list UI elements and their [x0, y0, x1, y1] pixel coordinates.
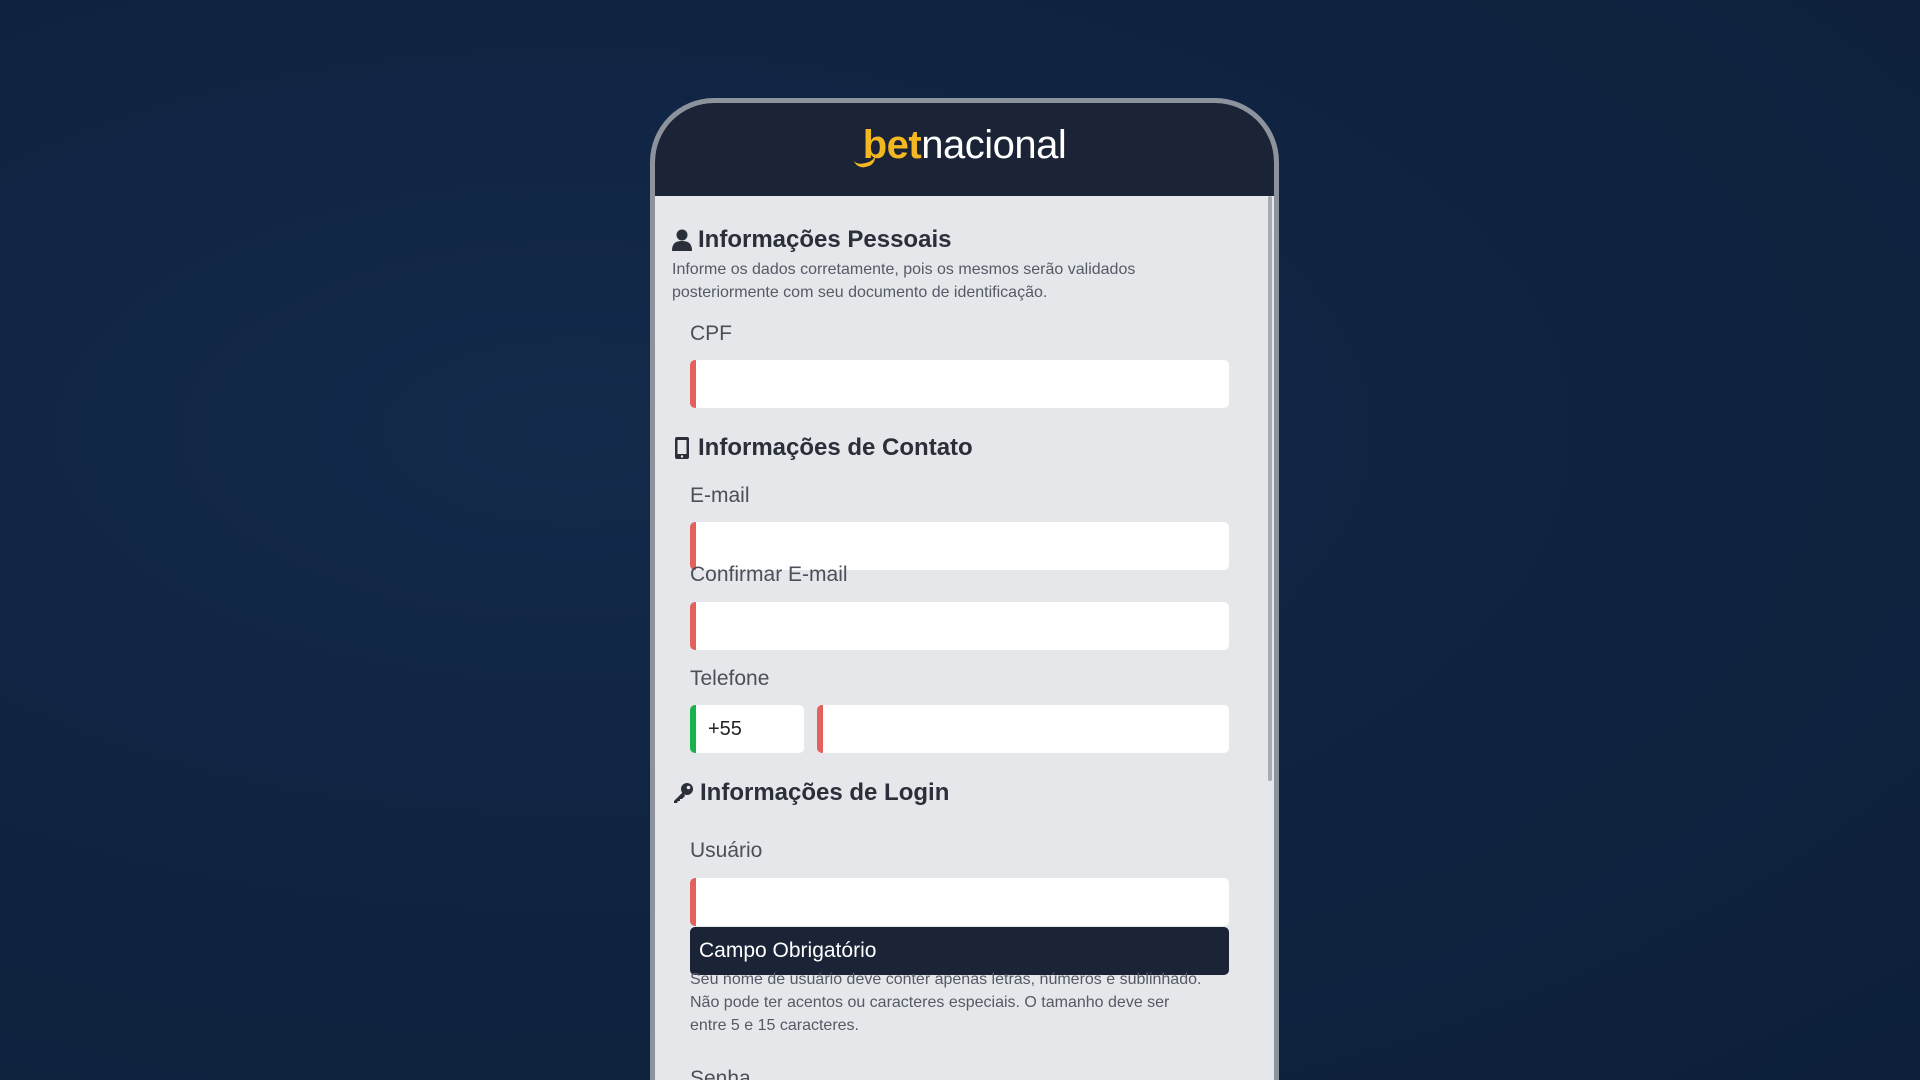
country-code-input[interactable]: +55 [690, 705, 804, 753]
key-icon [674, 783, 693, 803]
username-hint: Seu nome de usuário deve conter apenas l… [690, 971, 1202, 1034]
mobile-phone-icon [675, 437, 689, 459]
phone-label: Telefone [690, 667, 770, 690]
registration-form[interactable]: Informações Pessoais Informe os dados co… [655, 196, 1274, 1080]
section-title-contact: Informações de Contato [672, 434, 973, 462]
section-title-login: Informações de Login [672, 779, 949, 807]
betnacional-logo: bet nacional [862, 123, 1067, 167]
phone-frame: bet nacional Informações Pessoais Informe… [650, 98, 1279, 1080]
user-icon [672, 229, 692, 251]
confirm-email-input[interactable] [690, 602, 1229, 650]
email-label: E-mail [690, 484, 750, 507]
app-header: bet nacional [655, 103, 1274, 196]
confirm-email-label: Confirmar E-mail [690, 563, 848, 586]
username-label: Usuário [690, 839, 763, 862]
password-label: Senha [690, 1067, 751, 1080]
phone-input[interactable] [817, 705, 1229, 753]
section-title-personal: Informações Pessoais [672, 226, 951, 254]
cpf-input[interactable] [690, 360, 1229, 408]
background: bet nacional Informações Pessoais Informe… [0, 0, 1920, 1080]
cpf-label: CPF [690, 322, 732, 345]
username-input[interactable] [690, 878, 1229, 926]
personal-description: Informe os dados corretamente, pois os m… [672, 261, 1136, 301]
scrollbar[interactable] [1268, 196, 1272, 781]
